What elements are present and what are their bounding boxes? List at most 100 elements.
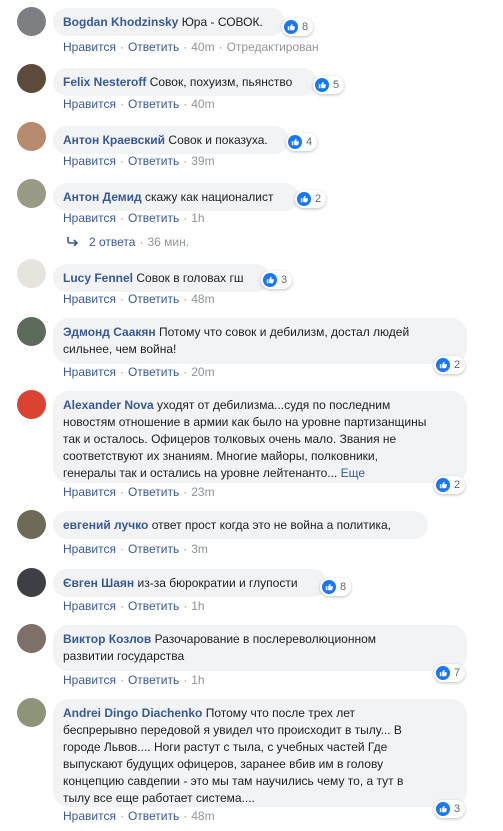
comment-time[interactable]: 23m <box>191 485 214 499</box>
comment-time[interactable]: 40m <box>191 40 214 54</box>
comment-author[interactable]: Andrei Dingo Diachenko <box>63 706 202 720</box>
comment-author[interactable]: Антон Демид <box>63 190 142 204</box>
comment-time[interactable]: 48m <box>191 809 214 823</box>
comment-actions: Нравится · Ответить · 48m <box>63 809 215 823</box>
replies-time: 36 мин. <box>147 235 190 249</box>
comment-time[interactable]: 40m <box>191 97 214 111</box>
comment-text: из-за бюрократии и глупости <box>137 576 298 590</box>
reactions-badge[interactable]: 2 <box>434 356 466 374</box>
comment-bubble: Эдмонд Саакян Потому что совок и дебилиз… <box>53 318 467 364</box>
comment-author[interactable]: Виктор Козлов <box>63 632 151 646</box>
reply-button[interactable]: Ответить <box>128 211 179 225</box>
reply-button[interactable]: Ответить <box>128 40 179 54</box>
reactions-badge[interactable]: 3 <box>261 271 293 289</box>
comment-time[interactable]: 1h <box>191 599 204 613</box>
avatar[interactable] <box>17 568 46 597</box>
comment-author[interactable]: Alexander Nova <box>63 398 154 412</box>
reactions-badge[interactable]: 8 <box>320 578 352 596</box>
avatar[interactable] <box>17 7 46 36</box>
reply-button[interactable]: Ответить <box>128 485 179 499</box>
comment-text: Юра - СОВОК. <box>181 15 263 29</box>
like-button[interactable]: Нравится <box>63 542 116 556</box>
reactions-badge[interactable]: 2 <box>434 476 466 494</box>
comment-bubble: Bogdan Khodzinsky Юра - СОВОК. <box>53 8 285 36</box>
avatar[interactable] <box>17 122 46 151</box>
comment-bubble: Lucy Fennel Совок в головах гш <box>53 264 270 292</box>
comment-author[interactable]: Євген Шаян <box>63 576 134 590</box>
like-icon <box>263 273 277 287</box>
avatar[interactable] <box>17 259 46 288</box>
comment-time[interactable]: 3m <box>191 542 208 556</box>
comment-actions: Нравится · Ответить · 20m <box>63 365 215 379</box>
comment-actions: Нравится · Ответить · 40m <box>63 97 215 111</box>
comment-time[interactable]: 20m <box>191 365 214 379</box>
comment-author[interactable]: Bogdan Khodzinsky <box>63 15 178 29</box>
see-more-link[interactable]: Еще <box>341 466 365 480</box>
like-icon <box>284 20 298 34</box>
avatar[interactable] <box>17 510 46 539</box>
avatar[interactable] <box>17 317 46 346</box>
comment-text-line: Потому что после трех лет <box>205 706 355 720</box>
replies-count[interactable]: 2 ответа <box>89 235 135 249</box>
like-icon <box>315 78 329 92</box>
like-icon <box>436 358 450 372</box>
avatar[interactable] <box>17 624 46 653</box>
reactions-badge[interactable]: 2 <box>295 190 327 208</box>
avatar[interactable] <box>17 390 46 419</box>
view-replies-link[interactable]: 2 ответа · 36 мин. <box>67 235 189 249</box>
like-button[interactable]: Нравится <box>63 154 116 168</box>
comment-text: скажу как националист <box>144 190 274 204</box>
comment-time[interactable]: 39m <box>191 154 214 168</box>
reply-button[interactable]: Ответить <box>128 292 179 306</box>
like-button[interactable]: Нравится <box>63 292 116 306</box>
comment-author[interactable]: Эдмонд Саакян <box>63 325 156 339</box>
reply-button[interactable]: Ответить <box>128 809 179 823</box>
comment-text-line: Разочарование в послереволюционном <box>154 632 377 646</box>
comment-text-line: новостям отношение в армии как было на у… <box>63 415 427 429</box>
like-button[interactable]: Нравится <box>63 97 116 111</box>
reply-button[interactable]: Ответить <box>128 599 179 613</box>
comment-author[interactable]: евгений лучко <box>63 518 148 532</box>
reactions-badge[interactable]: 5 <box>313 76 345 94</box>
reactions-badge[interactable]: 3 <box>434 800 466 818</box>
comment-author[interactable]: Felix Nesteroff <box>63 75 146 89</box>
comment-actions: Нравится · Ответить · 3m <box>63 542 208 556</box>
avatar[interactable] <box>17 179 46 208</box>
avatar[interactable] <box>17 64 46 93</box>
like-icon <box>436 666 450 680</box>
comment-text-line: сильнее, чем война! <box>63 342 177 356</box>
like-button[interactable]: Нравится <box>63 485 116 499</box>
reactions-badge[interactable]: 8 <box>282 18 314 36</box>
comment-actions: Нравится · Ответить · 39m <box>63 154 215 168</box>
like-button[interactable]: Нравится <box>63 673 116 687</box>
comment-text-line: городе Львов.... Ноги растут с тыла, с у… <box>63 740 388 754</box>
avatar[interactable] <box>17 698 46 727</box>
reply-button[interactable]: Ответить <box>128 97 179 111</box>
comment-bubble: Антон Краевский Совок и показуха. <box>53 126 289 154</box>
like-button[interactable]: Нравится <box>63 211 116 225</box>
comment-time[interactable]: 48m <box>191 292 214 306</box>
reply-button[interactable]: Ответить <box>128 365 179 379</box>
like-button[interactable]: Нравится <box>63 365 116 379</box>
reactions-count: 7 <box>454 667 461 679</box>
reactions-badge[interactable]: 4 <box>286 133 318 151</box>
like-button[interactable]: Нравится <box>63 599 116 613</box>
comment-author[interactable]: Антон Краевский <box>63 133 165 147</box>
comment-bubble: евгений лучко ответ прост когда это не в… <box>53 511 428 539</box>
comment-time[interactable]: 1h <box>191 211 204 225</box>
comment-actions: Нравится · Ответить · 23m <box>63 485 215 499</box>
comment-actions: Нравится · Ответить · 1h <box>63 673 205 687</box>
reactions-badge[interactable]: 7 <box>434 664 466 682</box>
like-button[interactable]: Нравится <box>63 809 116 823</box>
like-icon <box>288 135 302 149</box>
comment-bubble: Felix Nesteroff Совок, похуизм, пьянство <box>53 68 317 96</box>
reply-button[interactable]: Ответить <box>128 542 179 556</box>
comment-author[interactable]: Lucy Fennel <box>63 271 133 285</box>
comment-bubble: Антон Демид скажу как националист <box>53 183 299 211</box>
comment-time[interactable]: 1h <box>191 673 204 687</box>
reply-button[interactable]: Ответить <box>128 154 179 168</box>
comment-text: Совок в головах гш <box>136 271 244 285</box>
reply-button[interactable]: Ответить <box>128 673 179 687</box>
like-button[interactable]: Нравится <box>63 40 116 54</box>
edited-label: Отредактирован <box>226 40 319 54</box>
